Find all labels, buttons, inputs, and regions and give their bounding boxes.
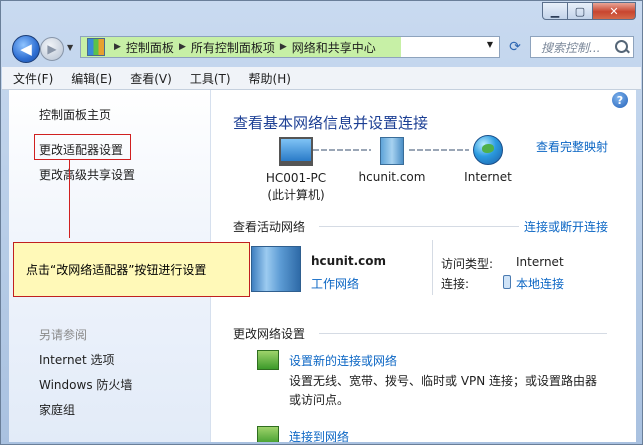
main-panel: ? 查看基本网络信息并设置连接 查看完整映射 HC001-PC (此计算机) hc… bbox=[211, 90, 636, 442]
connection-label: 连接: bbox=[441, 277, 470, 291]
forward-arrow-icon: ▶ bbox=[47, 42, 57, 56]
connect-disconnect-link[interactable]: 连接或断开连接 bbox=[524, 218, 608, 235]
search-icon[interactable] bbox=[615, 40, 628, 53]
network-type-link[interactable]: 工作网络 bbox=[311, 275, 359, 292]
active-networks-heading: 查看活动网络 bbox=[233, 220, 306, 234]
network-map: HC001-PC (此计算机) hcunit.com Internet bbox=[251, 132, 571, 212]
refresh-icon: ⟳ bbox=[509, 39, 521, 55]
sidebar-link-homegroup[interactable]: 家庭组 bbox=[39, 401, 75, 418]
help-icon[interactable]: ? bbox=[612, 92, 628, 108]
computer-name: HC001-PC bbox=[265, 171, 327, 185]
active-network-name: hcunit.com bbox=[311, 254, 387, 268]
setup-new-connection-description: 设置无线、宽带、拨号、临时或 VPN 连接；或设置路由器或访问点。 bbox=[289, 374, 598, 407]
content-area: 控制面板主页 更改适配器设置 更改高级共享设置 另请参阅 Internet 选项… bbox=[9, 90, 636, 442]
setup-new-connection-link[interactable]: 设置新的连接或网络 bbox=[289, 352, 397, 369]
new-connection-icon bbox=[257, 350, 279, 370]
search-input[interactable]: 搜索控制... bbox=[541, 39, 600, 56]
control-panel-icon bbox=[87, 38, 105, 56]
chevron-right-icon[interactable]: ▶ bbox=[179, 42, 186, 52]
back-arrow-icon: ◀ bbox=[20, 40, 32, 58]
access-type-value: Internet bbox=[516, 255, 564, 269]
maximize-button[interactable]: ▢ bbox=[567, 2, 593, 20]
map-node-network: hcunit.com bbox=[347, 132, 437, 186]
divider bbox=[432, 240, 433, 295]
divider bbox=[319, 333, 607, 334]
local-connection-icon bbox=[503, 275, 511, 289]
menu-tools[interactable]: 工具(T) bbox=[183, 70, 238, 87]
navigation-bar: ◀ ▶ ▼ ▶ 控制面板 ▶ 所有控制面板项 ▶ 网络和共享中心 ▼ ⟳ 搜索控… bbox=[1, 31, 642, 63]
back-button[interactable]: ◀ bbox=[12, 35, 40, 63]
refresh-button[interactable]: ⟳ bbox=[504, 36, 526, 58]
annotation-highlight-box bbox=[34, 134, 131, 160]
map-node-internet: Internet bbox=[443, 132, 533, 186]
search-box[interactable]: 搜索控制... bbox=[530, 36, 634, 58]
connect-network-icon bbox=[257, 426, 279, 442]
network-icon bbox=[380, 137, 404, 165]
breadcrumb-control-panel[interactable]: 控制面板 bbox=[126, 39, 174, 56]
breadcrumb: ▶ 控制面板 ▶ 所有控制面板项 ▶ 网络和共享中心 bbox=[81, 38, 376, 56]
menu-view[interactable]: 查看(V) bbox=[123, 70, 179, 87]
breadcrumb-all-items[interactable]: 所有控制面板项 bbox=[191, 39, 275, 56]
connect-to-network-link[interactable]: 连接到网络 bbox=[289, 428, 349, 442]
chevron-right-icon[interactable]: ▶ bbox=[114, 42, 121, 52]
address-dropdown-icon[interactable]: ▼ bbox=[487, 40, 493, 49]
internet-label: Internet bbox=[464, 170, 512, 184]
close-button[interactable]: ✕ bbox=[592, 2, 636, 20]
menu-help[interactable]: 帮助(H) bbox=[242, 70, 298, 87]
sidebar-link-advanced-sharing[interactable]: 更改高级共享设置 bbox=[39, 166, 135, 183]
local-connection-link[interactable]: 本地连接 bbox=[516, 275, 564, 292]
minimize-button[interactable]: ▁ bbox=[542, 2, 568, 20]
chevron-right-icon[interactable]: ▶ bbox=[280, 42, 287, 52]
map-node-computer: HC001-PC (此计算机) bbox=[251, 132, 341, 204]
sidebar-link-windows-firewall[interactable]: Windows 防火墙 bbox=[39, 376, 132, 393]
menu-bar: 文件(F) 编辑(E) 查看(V) 工具(T) 帮助(H) bbox=[2, 67, 641, 90]
network-name: hcunit.com bbox=[358, 170, 426, 184]
divider bbox=[319, 226, 519, 227]
computer-subtitle: (此计算机) bbox=[267, 188, 325, 202]
window-caption-buttons: ▁ ▢ ✕ bbox=[542, 2, 636, 20]
computer-icon bbox=[279, 137, 313, 166]
address-bar[interactable]: ▶ 控制面板 ▶ 所有控制面板项 ▶ 网络和共享中心 ▼ bbox=[80, 36, 500, 58]
access-type-label: 访问类型: bbox=[441, 257, 494, 271]
sidebar-link-internet-options[interactable]: Internet 选项 bbox=[39, 351, 114, 368]
page-title: 查看基本网络信息并设置连接 bbox=[233, 114, 429, 132]
explorer-window: ▁ ▢ ✕ ◀ ▶ ▼ ▶ 控制面板 ▶ 所有控制面板项 ▶ 网络和共享中心 ▼… bbox=[0, 0, 643, 445]
forward-button[interactable]: ▶ bbox=[40, 37, 64, 61]
change-settings-heading: 更改网络设置 bbox=[233, 327, 306, 341]
recent-pages-dropdown[interactable]: ▼ bbox=[67, 43, 73, 52]
active-network-icon bbox=[251, 246, 301, 292]
annotation-arrow bbox=[69, 160, 70, 238]
sidebar-link-control-panel-home[interactable]: 控制面板主页 bbox=[39, 106, 111, 123]
breadcrumb-network-center[interactable]: 网络和共享中心 bbox=[292, 39, 376, 56]
menu-file[interactable]: 文件(F) bbox=[6, 70, 60, 87]
globe-icon bbox=[473, 135, 503, 165]
see-also-title: 另请参阅 bbox=[39, 328, 88, 342]
menu-edit[interactable]: 编辑(E) bbox=[64, 70, 119, 87]
